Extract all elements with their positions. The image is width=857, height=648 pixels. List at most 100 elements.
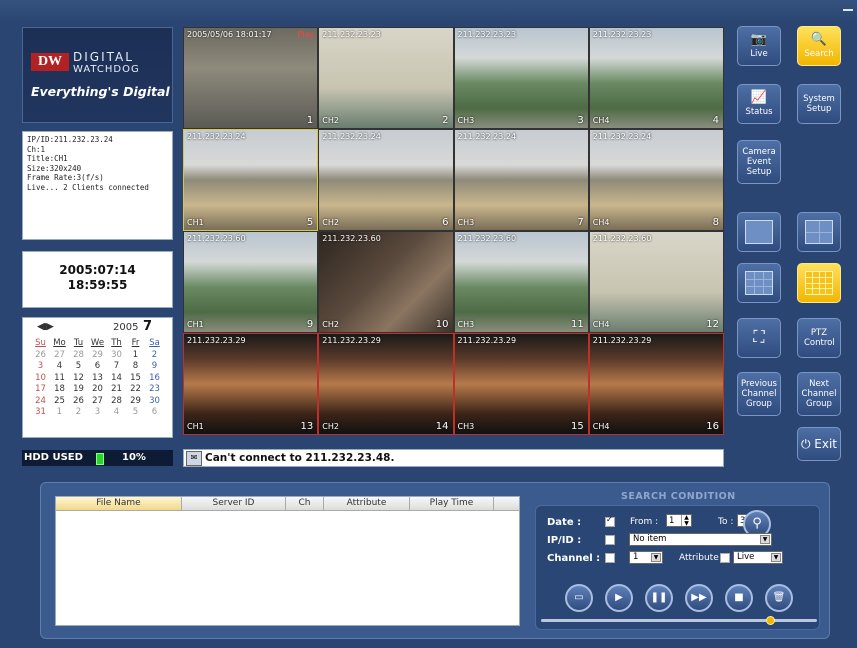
slider-thumb[interactable] — [766, 616, 776, 625]
minimize-button[interactable] — [843, 3, 853, 11]
calendar-day[interactable]: 20 — [88, 384, 107, 396]
layout-2x2-button[interactable] — [797, 212, 841, 252]
calendar-day[interactable]: 5 — [69, 361, 88, 373]
ptz-control-button[interactable]: PTZ Control — [797, 318, 841, 358]
open-file-button[interactable]: ▭ — [565, 584, 593, 612]
chevron-down-icon[interactable]: ▼ — [771, 553, 781, 562]
calendar-day[interactable]: 11 — [50, 373, 69, 385]
calendar-day[interactable]: 30 — [145, 396, 164, 408]
camera-view-15[interactable]: 211.232.23.29 CH3 15 — [453, 333, 589, 435]
calendar-day[interactable]: 22 — [126, 384, 145, 396]
column-file-name[interactable]: File Name — [56, 497, 182, 510]
calendar-day[interactable]: 27 — [50, 350, 69, 362]
layout-3x3-button[interactable] — [737, 263, 781, 303]
fast-forward-button[interactable]: ▶▶ — [685, 584, 713, 612]
live-button[interactable]: 📷 Live — [737, 26, 781, 66]
calendar-day[interactable]: 14 — [107, 373, 126, 385]
ipid-checkbox[interactable] — [605, 535, 615, 545]
stop-button[interactable]: ■ — [725, 584, 753, 612]
calendar-day[interactable]: 19 — [69, 384, 88, 396]
calendar-day[interactable]: 21 — [107, 384, 126, 396]
calendar-day[interactable]: 12 — [69, 373, 88, 385]
calendar-day[interactable]: 28 — [69, 350, 88, 362]
fullscreen-button[interactable]: ⛶ — [737, 318, 781, 358]
camera-view-6[interactable]: 211.232.23.24 CH2 6 — [318, 129, 454, 231]
calendar-day[interactable]: 3 — [31, 361, 50, 373]
camera-view-1[interactable]: 2005/05/06 18:01:17 Play 1 — [183, 27, 319, 129]
calendar-day[interactable]: 29 — [88, 350, 107, 362]
camera-view-5[interactable]: 211.232.23.24 CH1 5 — [183, 129, 319, 231]
calendar-day[interactable]: 5 — [126, 407, 145, 419]
delete-button[interactable]: 🗑 — [765, 584, 793, 612]
calendar-day[interactable]: 1 — [50, 407, 69, 419]
camera-view-7[interactable]: 211.232.23.24 CH3 7 — [453, 129, 589, 231]
ipid-select[interactable]: No item ▼ — [629, 533, 772, 546]
attribute-select[interactable]: Live ▼ — [733, 551, 783, 564]
calendar-day[interactable]: 9 — [145, 361, 164, 373]
calendar-day[interactable]: 6 — [145, 407, 164, 419]
from-day-spinner[interactable]: 1 ▲ ▼ — [666, 514, 692, 527]
calendar-day[interactable]: 24 — [31, 396, 50, 408]
column-server-id[interactable]: Server ID — [182, 497, 286, 510]
channel-checkbox[interactable] — [605, 553, 615, 563]
camera-view-14[interactable]: 211.232.23.29 CH2 14 — [318, 333, 454, 435]
chevron-down-icon[interactable]: ▼ — [760, 535, 770, 544]
play-button[interactable]: ▶ — [605, 584, 633, 612]
calendar-day[interactable]: 4 — [107, 407, 126, 419]
camera-view-4[interactable]: 211.232.23.23 CH4 4 — [588, 27, 724, 129]
chevron-down-icon[interactable]: ▼ — [651, 553, 661, 562]
camera-view-3[interactable]: 211.232.23.23 CH3 3 — [453, 27, 589, 129]
spinner-arrows-icon[interactable]: ▲▼ — [681, 515, 691, 526]
calendar-day[interactable]: 30 — [107, 350, 126, 362]
calendar-day[interactable]: 26 — [69, 396, 88, 408]
calendar-day[interactable]: 15 — [126, 373, 145, 385]
exit-button[interactable]: ⏻ Exit — [797, 427, 841, 461]
calendar-day[interactable]: 31 — [31, 407, 50, 419]
date-checkbox[interactable] — [605, 515, 615, 527]
camera-view-16[interactable]: 211.232.23.29 CH4 16 — [588, 333, 724, 435]
file-list-table[interactable]: File Name Server ID Ch Attribute Play Ti… — [55, 496, 520, 626]
camera-view-11[interactable]: 211.232.23.60 CH3 11 — [453, 231, 589, 333]
camera-event-setup-button[interactable]: Camera Event Setup — [737, 140, 781, 184]
camera-view-2[interactable]: 211.232.23.23 CH2 2 — [318, 27, 454, 129]
calendar-day[interactable]: 23 — [145, 384, 164, 396]
calendar-day[interactable]: 6 — [88, 361, 107, 373]
column-attribute[interactable]: Attribute — [324, 497, 410, 510]
playback-slider[interactable] — [541, 616, 817, 625]
camera-view-8[interactable]: 211.232.23.24 CH4 8 — [588, 129, 724, 231]
calendar-day[interactable]: 25 — [50, 396, 69, 408]
channel-select[interactable]: 1 ▼ — [629, 551, 663, 564]
camera-view-9[interactable]: 211.232.23.60 CH1 9 — [183, 231, 319, 333]
calendar-day[interactable]: 13 — [88, 373, 107, 385]
calendar-day[interactable]: 27 — [88, 396, 107, 408]
calendar-nav-arrows[interactable]: ◀▮▶ — [37, 322, 54, 332]
attribute-checkbox[interactable] — [720, 553, 730, 563]
camera-view-12[interactable]: 211.232.23.60 CH4 12 — [588, 231, 724, 333]
calendar-day[interactable]: 28 — [107, 396, 126, 408]
system-setup-button[interactable]: System Setup — [797, 84, 841, 124]
calendar-day[interactable]: 16 — [145, 373, 164, 385]
calendar-day[interactable]: 1 — [126, 350, 145, 362]
calendar-day[interactable]: 4 — [50, 361, 69, 373]
calendar-day[interactable]: 2 — [69, 407, 88, 419]
calendar-day[interactable]: 29 — [126, 396, 145, 408]
pause-button[interactable]: ❚❚ — [645, 584, 673, 612]
calendar-day[interactable]: 3 — [88, 407, 107, 419]
status-button[interactable]: 📈 Status — [737, 84, 781, 124]
layout-1x1-button[interactable] — [737, 212, 781, 252]
column-play-time[interactable]: Play Time — [410, 497, 494, 510]
column-ch[interactable]: Ch — [286, 497, 324, 510]
search-button[interactable]: 🔍 Search — [797, 26, 841, 66]
calendar-day[interactable]: 18 — [50, 384, 69, 396]
calendar-day[interactable]: 2 — [145, 350, 164, 362]
calendar-day[interactable]: 8 — [126, 361, 145, 373]
calendar-day[interactable]: 10 — [31, 373, 50, 385]
camera-view-13[interactable]: 211.232.23.29 CH1 13 — [183, 333, 319, 435]
calendar-day[interactable]: 7 — [107, 361, 126, 373]
previous-channel-group-button[interactable]: Previous Channel Group — [737, 372, 781, 416]
layout-4x4-button[interactable] — [797, 263, 841, 303]
camera-view-10[interactable]: 211.232.23.60 CH2 10 — [318, 231, 454, 333]
next-channel-group-button[interactable]: Next Channel Group — [797, 372, 841, 416]
calendar-day[interactable]: 17 — [31, 384, 50, 396]
calendar-day[interactable]: 26 — [31, 350, 50, 362]
